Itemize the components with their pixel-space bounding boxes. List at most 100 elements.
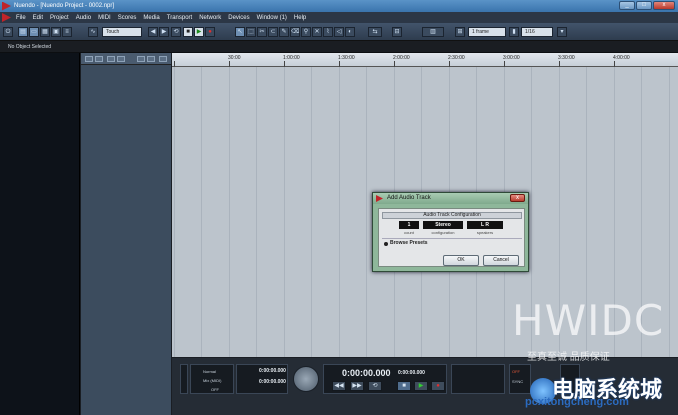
menu-media[interactable]: Media	[143, 15, 159, 21]
automation-icon-button[interactable]: ∿	[88, 27, 98, 37]
snap-icon: ⊟	[394, 29, 400, 35]
overview-toggle[interactable]: ▦	[40, 27, 50, 37]
menu-help[interactable]: Help	[294, 15, 306, 21]
dialog-close-button[interactable]: x	[510, 194, 525, 202]
object-select-tool[interactable]: ↖	[235, 27, 245, 37]
grid-line	[339, 67, 340, 357]
track-list[interactable]	[81, 53, 171, 415]
stop-button-top[interactable]: ■	[183, 27, 193, 37]
menu-devices[interactable]: Devices	[228, 15, 249, 21]
show-lanes-button[interactable]	[95, 56, 103, 62]
auto-quantize-off[interactable]: OFF	[211, 387, 219, 392]
time-warp-tool[interactable]: ⌇	[323, 27, 333, 37]
browse-presets-toggle[interactable]: Browse Presets	[382, 238, 522, 246]
left-locator-time[interactable]: 0:00:00.000	[259, 368, 286, 374]
quantize-toggle[interactable]: ▮	[509, 27, 519, 37]
solo-all-button[interactable]	[117, 56, 125, 62]
erase-tool[interactable]: ⌫	[290, 27, 300, 37]
activate-project-button[interactable]: ⏻	[3, 27, 13, 37]
automation-mode-select[interactable]: Touch	[102, 27, 142, 37]
rewind-icon: ◀◀	[334, 383, 344, 389]
transport-grip[interactable]	[180, 364, 188, 394]
read-all-button[interactable]	[137, 56, 145, 62]
draw-tool[interactable]: ✎	[279, 27, 289, 37]
dialog-titlebar[interactable]: Add Audio Track x	[373, 193, 528, 204]
automation-mode-value: Touch	[106, 29, 120, 35]
record-mode-value[interactable]: Normal	[203, 369, 216, 374]
go-to-start-button[interactable]: ◀	[148, 27, 158, 37]
close-button[interactable]: x	[653, 1, 675, 10]
speakers-field[interactable]: L R	[467, 221, 503, 229]
nuendo-app-icon	[2, 1, 11, 11]
menu-transport[interactable]: Transport	[167, 15, 192, 21]
color-tool[interactable]: ◐	[345, 27, 355, 37]
ok-button[interactable]: OK	[443, 255, 479, 266]
rewind-button[interactable]: ◀◀	[332, 381, 346, 391]
secondary-time-display[interactable]: 0:00:00.000	[398, 370, 425, 376]
sync-off-value[interactable]: OFF	[512, 369, 520, 374]
range-tool[interactable]: ⬚	[246, 27, 256, 37]
forward-button[interactable]: ▶▶	[350, 381, 364, 391]
color-picker-button[interactable]: ▾	[557, 27, 567, 37]
add-track-button[interactable]	[85, 56, 93, 62]
cycle-transport-button[interactable]: ⟲	[368, 381, 382, 391]
pool-button[interactable]: ▣	[51, 27, 61, 37]
menu-file[interactable]: File	[16, 15, 26, 21]
menu-audio[interactable]: Audio	[76, 15, 91, 21]
snap-toggle[interactable]: ⊟	[392, 27, 402, 37]
inspector-icon: ▤	[20, 29, 26, 35]
automation-icon: ∿	[90, 29, 96, 35]
configuration-select[interactable]: Stereo	[423, 221, 463, 229]
grid-mode-select[interactable]: 1 frame	[468, 27, 506, 37]
stop-button[interactable]: ■	[397, 381, 411, 391]
menu-edit[interactable]: Edit	[33, 15, 43, 21]
warp-icon: ⌇	[326, 29, 330, 35]
info-line-toggle[interactable]: ▭	[29, 27, 39, 37]
minimize-button[interactable]: _	[619, 1, 635, 10]
go-to-end-button[interactable]: ▶	[159, 27, 169, 37]
split-tool[interactable]: ✂	[257, 27, 267, 37]
menu-window[interactable]: Window (1)	[257, 15, 287, 21]
menu-midi[interactable]: MIDI	[98, 15, 111, 21]
menu-project[interactable]: Project	[50, 15, 69, 21]
cycle-icon: ⟲	[173, 29, 179, 35]
glue-tool[interactable]: ⊂	[268, 27, 278, 37]
cycle-button[interactable]: ⟲	[171, 27, 181, 37]
maximize-button[interactable]: □	[636, 1, 652, 10]
timeline-ruler[interactable]: 30:00 1:00:00 1:30:00 2:00:00 2:30:00 3:…	[172, 53, 678, 67]
configuration-label: configuration	[431, 230, 455, 235]
ruler-label: 2:00:00	[393, 55, 410, 61]
mute-all-button[interactable]	[107, 56, 115, 62]
sort-button[interactable]	[159, 56, 167, 62]
pool-icon: ▣	[53, 29, 59, 35]
write-all-button[interactable]	[147, 56, 155, 62]
play-button[interactable]: ▶	[414, 381, 428, 391]
record-button[interactable]: ●	[431, 381, 445, 391]
jog-wheel[interactable]	[293, 366, 319, 392]
menu-scores[interactable]: Scores	[118, 15, 137, 21]
nudge-buttons[interactable]: ⇆	[368, 27, 382, 37]
snap-zero-toggle[interactable]: ⊞	[455, 27, 465, 37]
count-label: count	[404, 230, 414, 235]
quantize-select[interactable]: 1/16	[521, 27, 553, 37]
snap-type-select[interactable]: ▥	[422, 27, 444, 37]
record-button-top[interactable]: ●	[205, 27, 215, 37]
inspector-panel	[0, 53, 80, 415]
mute-tool[interactable]: ✕	[312, 27, 322, 37]
rewind-start-icon: ◀	[150, 29, 156, 35]
menu-network[interactable]: Network	[199, 15, 221, 21]
inspector-toggle[interactable]: ▤	[18, 27, 28, 37]
right-locator-time[interactable]: 0:00:00.000	[259, 379, 286, 385]
cancel-button[interactable]: Cancel	[483, 255, 519, 266]
speakers-label: speakers	[476, 230, 494, 235]
main-time-display[interactable]: 0:00:00.000	[342, 368, 391, 378]
midi-mix-value[interactable]: Mix (MIDI)	[203, 378, 221, 383]
mixer-button[interactable]: ≡	[62, 27, 72, 37]
zoom-tool[interactable]: ⚲	[301, 27, 311, 37]
app-menu-icon[interactable]	[2, 13, 11, 22]
info-line: No Object Selected	[0, 41, 678, 53]
play-button-top[interactable]: ▶	[194, 27, 204, 37]
play-tool[interactable]: ◁	[334, 27, 344, 37]
grid-line	[174, 67, 175, 357]
track-count-field[interactable]: 1	[399, 221, 419, 229]
